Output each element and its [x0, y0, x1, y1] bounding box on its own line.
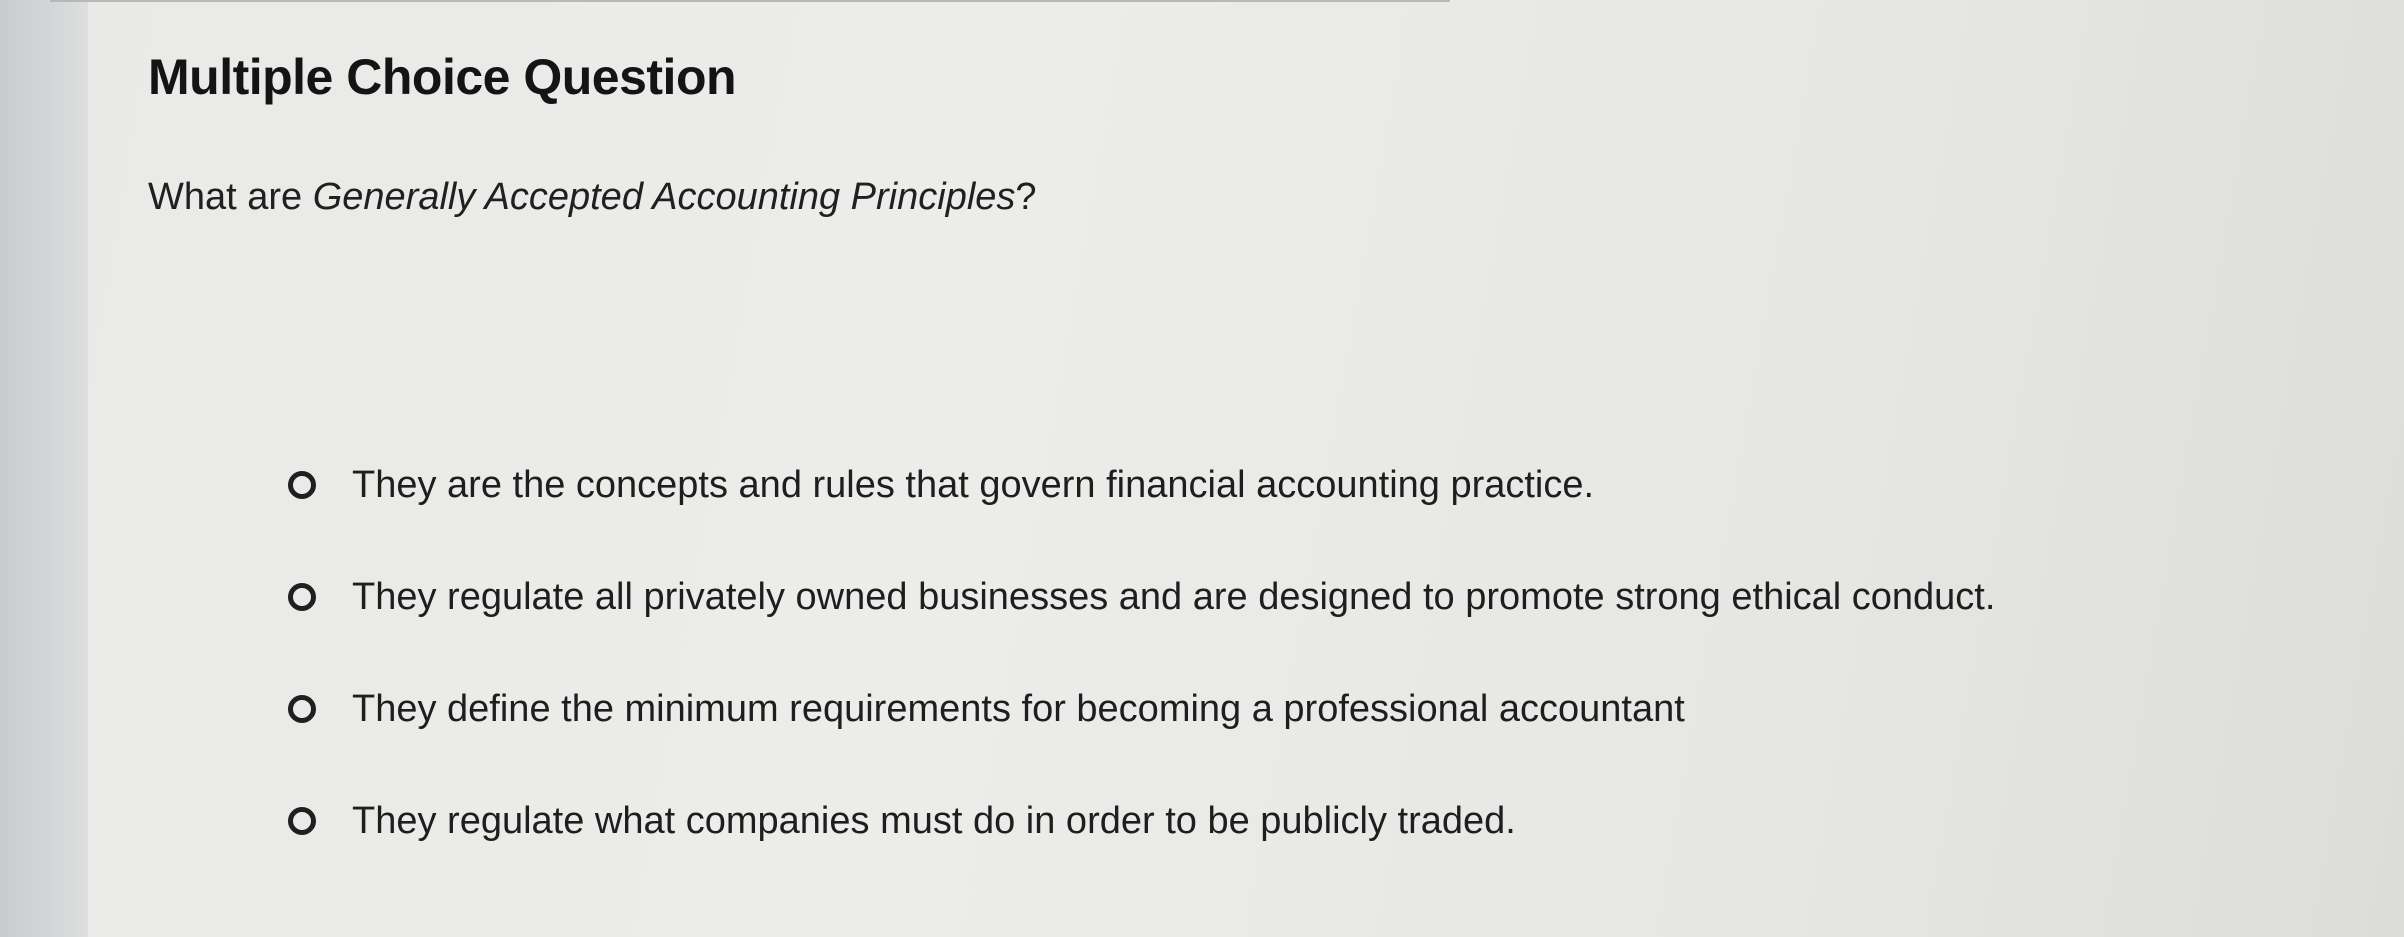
question-title: Multiple Choice Question	[148, 49, 737, 105]
question-panel: Multiple Choice Question What are Genera…	[88, 0, 2404, 937]
radio-unselected-icon[interactable]	[288, 471, 316, 499]
answer-options: They are the concepts and rules that gov…	[288, 455, 2388, 903]
answer-option-label: They are the concepts and rules that gov…	[352, 463, 1595, 506]
radio-unselected-icon[interactable]	[288, 583, 316, 611]
question-prompt-prefix: What are	[148, 176, 313, 218]
answer-option-label: They define the minimum requirements for…	[352, 687, 1685, 730]
answer-option-4[interactable]: They regulate what companies must do in …	[288, 791, 2388, 851]
radio-unselected-icon[interactable]	[288, 695, 316, 723]
question-prompt-italic: Generally Accepted Accounting Principles	[312, 176, 1016, 218]
question-prompt: What are Generally Accepted Accounting P…	[148, 176, 1037, 219]
answer-option-label: They regulate all privately owned busine…	[352, 575, 1996, 618]
answer-option-label: They regulate what companies must do in …	[352, 799, 1516, 842]
answer-option-2[interactable]: They regulate all privately owned busine…	[288, 567, 2388, 627]
left-sidebar-edge	[0, 0, 88, 937]
question-prompt-suffix: ?	[1015, 176, 1037, 218]
radio-unselected-icon[interactable]	[288, 807, 316, 835]
answer-option-3[interactable]: They define the minimum requirements for…	[288, 679, 2388, 739]
answer-option-1[interactable]: They are the concepts and rules that gov…	[288, 455, 2388, 515]
